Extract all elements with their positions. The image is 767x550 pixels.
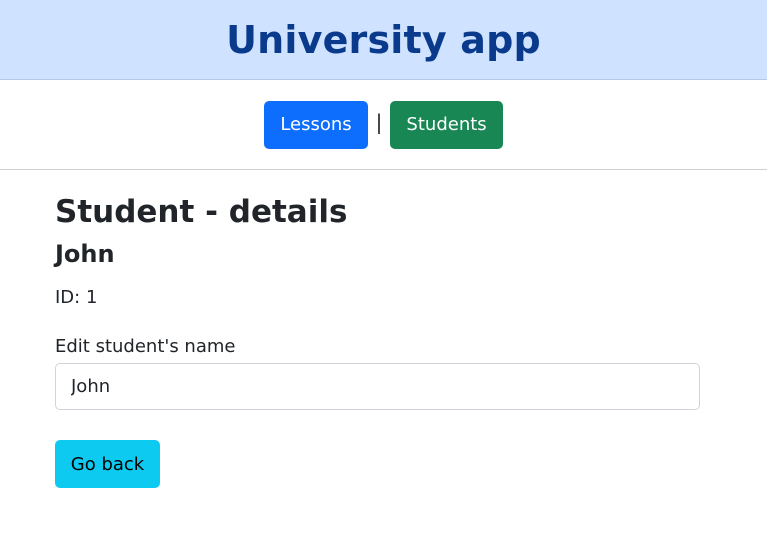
student-name-heading: John	[55, 240, 115, 268]
page-title: Student - details	[55, 194, 348, 230]
lessons-button[interactable]: Lessons	[264, 100, 368, 149]
go-back-button[interactable]: Go back	[55, 440, 160, 488]
students-button[interactable]: Students	[390, 100, 503, 149]
main-nav: Lessons | Students	[0, 80, 767, 170]
edit-name-label: Edit student's name	[55, 336, 236, 357]
student-details-section: Student - details John ID: 1 Edit studen…	[0, 170, 700, 488]
student-id: ID: 1	[55, 287, 98, 308]
student-name-input[interactable]	[55, 363, 700, 410]
app-header: University app	[0, 0, 767, 80]
back-row: Go back	[55, 440, 700, 488]
nav-separator: |	[375, 109, 383, 134]
app-title: University app	[226, 17, 541, 62]
